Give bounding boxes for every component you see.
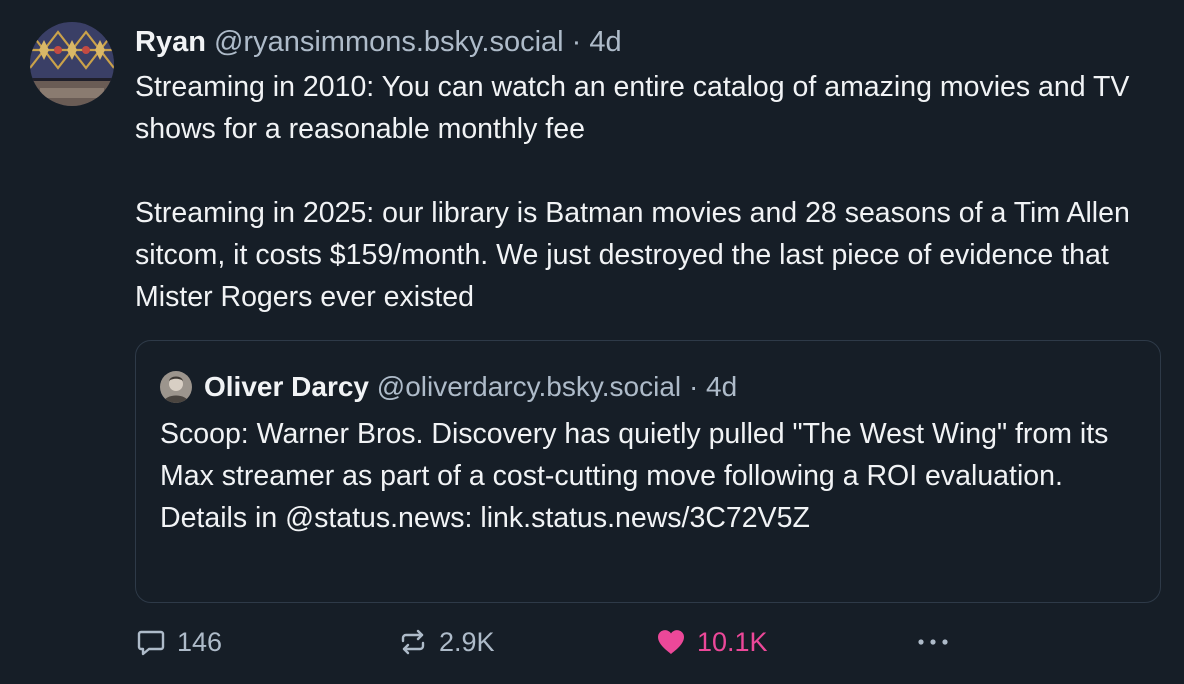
reply-button[interactable]: 146 (135, 622, 222, 662)
more-options-button[interactable] (915, 622, 961, 662)
post-timestamp[interactable]: 4d (589, 26, 621, 58)
author-name[interactable]: Ryan (135, 26, 206, 58)
quoted-post-header: Oliver Darcy @oliverdarcy.bsky.social · … (160, 367, 737, 407)
quoted-post[interactable]: Oliver Darcy @oliverdarcy.bsky.social · … (135, 340, 1161, 603)
like-button[interactable]: 10.1K (655, 622, 768, 662)
reply-count: 146 (177, 626, 223, 657)
post-actions: 146 2.9K 10.1K (135, 622, 975, 662)
ellipsis-icon (918, 639, 948, 645)
repost-button[interactable]: 2.9K (397, 622, 495, 662)
repost-count: 2.9K (439, 626, 495, 657)
post-text: Streaming in 2010: You can watch an enti… (135, 66, 1175, 318)
quoted-author-name[interactable]: Oliver Darcy (204, 367, 369, 407)
like-count: 10.1K (697, 626, 768, 657)
post-paragraph-1: Streaming in 2010: You can watch an enti… (135, 71, 1130, 145)
author-handle[interactable]: @ryansimmons.bsky.social (214, 26, 564, 58)
speech-bubble-icon (137, 630, 165, 656)
repost-arrows-icon (401, 629, 425, 655)
post-card[interactable]: Ryan @ryansimmons.bsky.social · 4d Strea… (0, 0, 1184, 684)
post-header: Ryan @ryansimmons.bsky.social · 4d (135, 22, 1175, 62)
quoted-post-text: Scoop: Warner Bros. Discovery has quietl… (160, 418, 1109, 534)
author-avatar[interactable] (30, 22, 114, 106)
quoted-separator-dot: · (688, 371, 699, 402)
quoted-post-timestamp[interactable]: 4d (706, 367, 737, 407)
quoted-author-handle[interactable]: @oliverdarcy.bsky.social (377, 367, 681, 407)
post-paragraph-2: Streaming in 2025: our library is Batman… (135, 197, 1130, 313)
quoted-author-avatar[interactable] (160, 371, 192, 403)
heart-icon (658, 630, 684, 654)
separator-dot: · (571, 26, 582, 58)
